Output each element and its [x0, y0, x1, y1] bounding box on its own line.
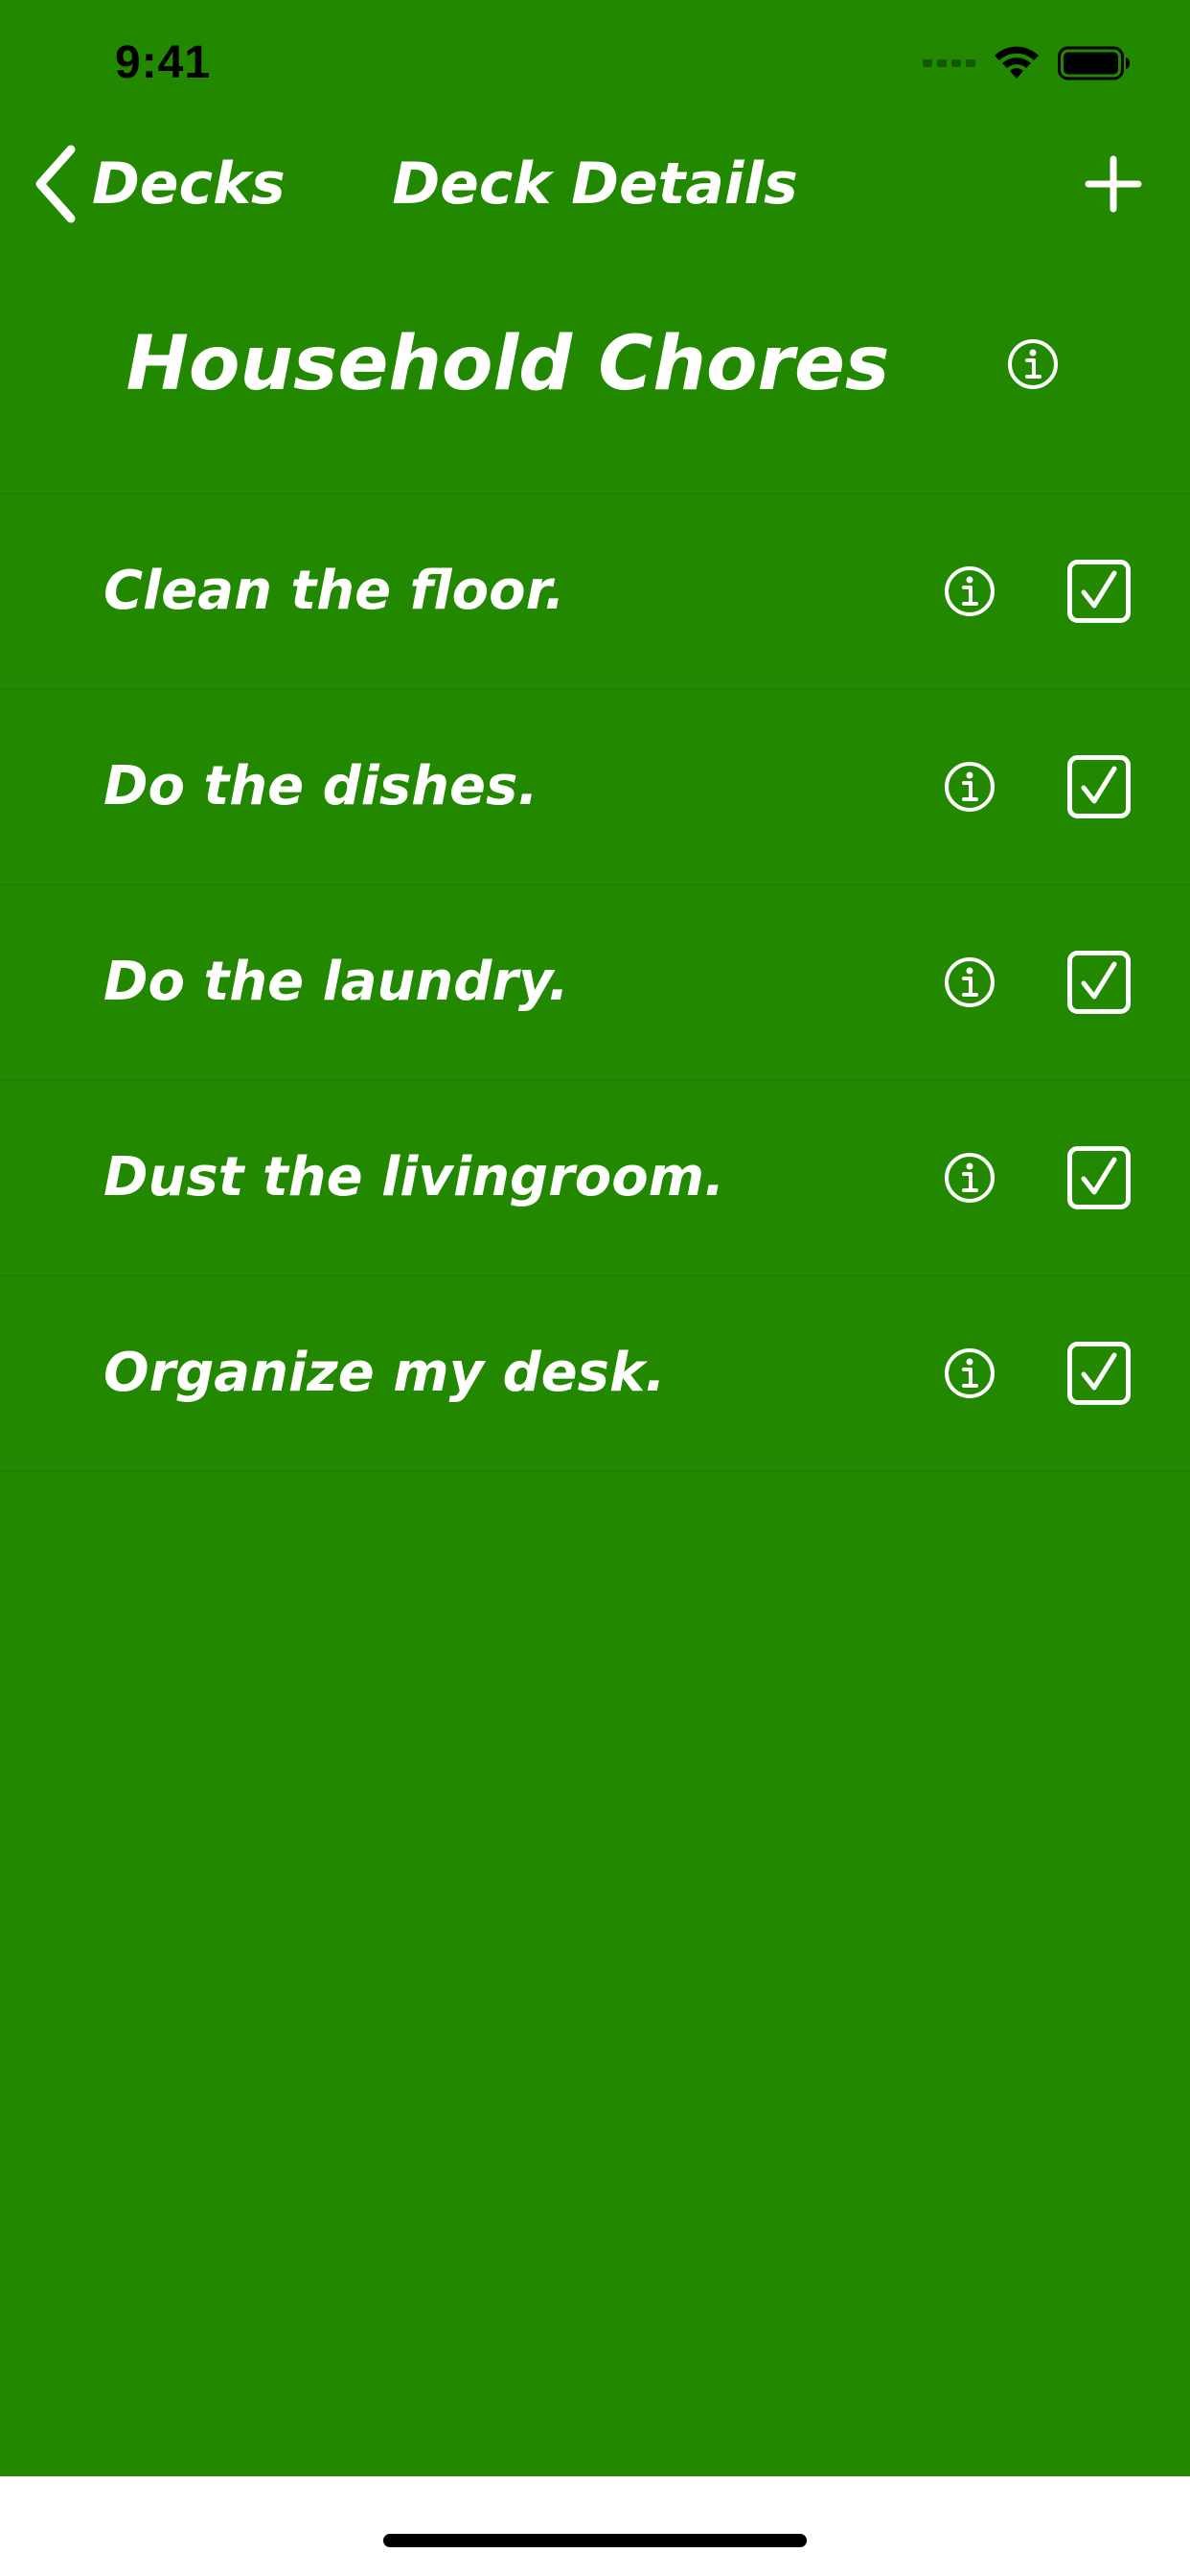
list-item[interactable]: Do the laundry. [0, 884, 1190, 1079]
plus-icon [1085, 155, 1142, 213]
item-info-button[interactable] [943, 564, 996, 618]
item-info-button[interactable] [943, 1346, 996, 1400]
checkbox-checked-icon [1067, 560, 1131, 623]
info-icon [945, 1348, 995, 1398]
status-bar: 9:41 [0, 0, 1190, 126]
checkbox-checked-icon [1067, 755, 1131, 818]
deck-header: Household Chores [0, 288, 1190, 441]
nav-title: Deck Details [392, 150, 798, 218]
item-info-button[interactable] [943, 760, 996, 814]
info-icon [945, 957, 995, 1007]
list-item-label: Do the dishes. [103, 755, 538, 817]
deck-title: Household Chores [126, 321, 890, 407]
deck-info-button[interactable] [1006, 337, 1060, 391]
info-icon [945, 1153, 995, 1203]
item-checkbox[interactable] [1067, 560, 1131, 623]
add-button[interactable] [1075, 146, 1152, 222]
item-checkbox[interactable] [1067, 755, 1131, 818]
wifi-icon [993, 46, 1041, 80]
list-item-label: Clean the floor. [103, 560, 565, 622]
item-info-button[interactable] [943, 1151, 996, 1205]
home-indicator-area [0, 2476, 1190, 2576]
list-item-label: Dust the livingroom. [103, 1146, 725, 1208]
info-icon [945, 762, 995, 812]
battery-icon [1058, 46, 1131, 80]
item-checkbox[interactable] [1067, 1146, 1131, 1209]
card-list: Clean the floor. Do the dishes. Do the l… [0, 493, 1190, 1472]
item-checkbox[interactable] [1067, 951, 1131, 1014]
home-indicator[interactable] [383, 2534, 807, 2547]
list-item[interactable]: Clean the floor. [0, 493, 1190, 688]
item-info-button[interactable] [943, 955, 996, 1009]
list-item[interactable]: Dust the livingroom. [0, 1079, 1190, 1275]
navigation-bar: Decks Deck Details [0, 126, 1190, 242]
screen-background: 9:41 Decks Deck Details Household Chores… [0, 0, 1190, 2476]
info-icon [1008, 339, 1058, 389]
signal-icon [923, 59, 975, 67]
info-icon [945, 566, 995, 616]
list-item-label: Organize my desk. [103, 1342, 666, 1404]
checkbox-checked-icon [1067, 1342, 1131, 1405]
checkbox-checked-icon [1067, 951, 1131, 1014]
list-item[interactable]: Organize my desk. [0, 1275, 1190, 1472]
list-item[interactable]: Do the dishes. [0, 688, 1190, 884]
status-icons [923, 44, 1131, 82]
item-checkbox[interactable] [1067, 1342, 1131, 1405]
checkbox-checked-icon [1067, 1146, 1131, 1209]
list-item-label: Do the laundry. [103, 951, 569, 1013]
status-time: 9:41 [115, 37, 212, 88]
